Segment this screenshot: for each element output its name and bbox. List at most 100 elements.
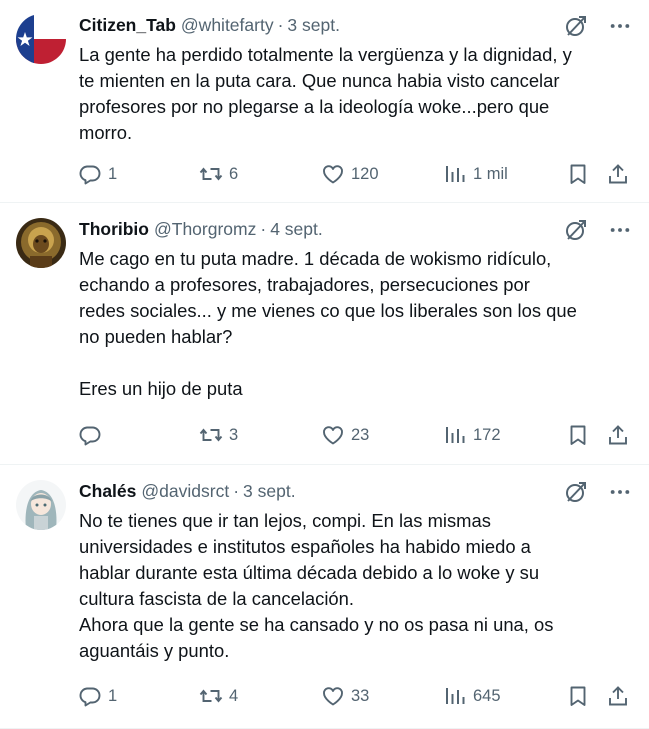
- heart-icon: [323, 687, 343, 706]
- reply-count: 1: [108, 164, 118, 183]
- reply-button[interactable]: [78, 420, 108, 450]
- action-bar: 1 6 120 1 mil: [0, 159, 649, 189]
- retweet-count: 4: [229, 686, 239, 705]
- tweet-text-line: no pueden hablar?: [79, 326, 233, 347]
- tweet[interactable]: Chalés @davidsrct · 3 sept. No te tienes…: [0, 466, 649, 729]
- tweet[interactable]: Thoribio @Thorgromz · 4 sept. Me cago en…: [0, 204, 649, 465]
- tweet-text-line: Eres un hijo de puta: [79, 378, 243, 399]
- tweet-text-line: La gente ha perdido totalmente la vergüe…: [79, 44, 572, 65]
- bookmark-icon: [570, 425, 586, 445]
- view-count: 645: [473, 686, 501, 705]
- user-handle[interactable]: @Thorgromz: [154, 219, 256, 240]
- retweet-icon: [199, 689, 223, 703]
- tweet-text-line: aguantáis y punto.: [79, 640, 230, 661]
- like-button[interactable]: 120: [321, 159, 379, 189]
- avatar[interactable]: [16, 218, 66, 268]
- retweet-icon: [199, 428, 223, 442]
- tweet-text-line: redes sociales... y me vienes co que los…: [79, 300, 577, 321]
- reply-icon: [79, 165, 101, 185]
- views-button[interactable]: 1 mil: [443, 159, 508, 189]
- tweet-text-line: profesores por no plegarse a la ideologí…: [79, 96, 550, 117]
- bookmark-icon: [570, 164, 586, 184]
- reply-icon: [79, 687, 101, 707]
- share-button[interactable]: [606, 420, 630, 450]
- bookmark-icon: [570, 686, 586, 706]
- views-chart-icon: [446, 688, 465, 704]
- retweet-count: 3: [229, 425, 239, 444]
- tweet-text-line: Me cago en tu puta madre. 1 década de wo…: [79, 248, 552, 269]
- tweet-text-line: cultura fascista de la cancelación.: [79, 588, 354, 609]
- reply-count: 1: [108, 686, 118, 705]
- avatar[interactable]: [16, 480, 66, 530]
- views-button[interactable]: 172: [443, 420, 501, 450]
- heart-icon: [323, 165, 343, 184]
- tweet-text-line: te mienten en la puta cara. Que nunca ha…: [79, 70, 560, 91]
- view-count: 172: [473, 425, 501, 444]
- tweet-text-line: echando a profesores, trabajadores, pers…: [79, 274, 530, 295]
- view-count: 1 mil: [473, 164, 508, 183]
- tweet-top-icons: [563, 217, 633, 243]
- tweet-top-icons: [563, 479, 633, 505]
- grok-icon[interactable]: [563, 479, 589, 505]
- like-count: 120: [351, 164, 379, 183]
- grok-icon[interactable]: [563, 13, 589, 39]
- retweet-button[interactable]: 3: [199, 420, 238, 450]
- tweet-date[interactable]: 3 sept.: [287, 15, 340, 36]
- user-handle[interactable]: @davidsrct: [141, 481, 229, 502]
- share-icon: [609, 425, 627, 445]
- retweet-button[interactable]: 4: [199, 681, 238, 711]
- tweet-text-line: morro.: [79, 122, 133, 143]
- tweet-text-line: hablar durante esta última década debido…: [79, 562, 540, 583]
- share-button[interactable]: [606, 159, 630, 189]
- like-count: 33: [351, 686, 370, 705]
- retweet-count: 6: [229, 164, 239, 183]
- display-name[interactable]: Chalés: [79, 481, 136, 502]
- separator-dot: ·: [277, 14, 284, 35]
- user-handle[interactable]: @whitefarty: [181, 15, 274, 36]
- action-bar: 3 23 172: [0, 420, 649, 450]
- reply-button[interactable]: 1: [78, 159, 117, 189]
- tweet-header: Citizen_Tab @whitefarty · 3 sept.: [79, 13, 340, 37]
- bookmark-button[interactable]: [566, 420, 590, 450]
- tweet-text-line: No te tienes que ir tan lejos, compi. En…: [79, 510, 491, 531]
- tweet-text-line: Ahora que la gente se ha cansado y no os…: [79, 614, 554, 635]
- like-button[interactable]: 23: [321, 420, 369, 450]
- avatar[interactable]: [16, 14, 66, 64]
- like-button[interactable]: 33: [321, 681, 369, 711]
- tweet-text-line: [79, 350, 627, 376]
- tweet[interactable]: Citizen_Tab @whitefarty · 3 sept. La gen…: [0, 0, 649, 203]
- retweet-button[interactable]: 6: [199, 159, 238, 189]
- more-options-icon[interactable]: [607, 217, 633, 243]
- like-count: 23: [351, 425, 370, 444]
- separator-dot: ·: [233, 480, 240, 501]
- tweet-date[interactable]: 4 sept.: [270, 219, 323, 240]
- bookmark-button[interactable]: [566, 159, 590, 189]
- reply-icon: [79, 426, 101, 446]
- reply-button[interactable]: 1: [78, 681, 117, 711]
- tweet-text: No te tienes que ir tan lejos, compi. En…: [79, 508, 627, 664]
- retweet-icon: [199, 167, 223, 181]
- display-name[interactable]: Thoribio: [79, 219, 149, 240]
- tweet-text: Me cago en tu puta madre. 1 década de wo…: [79, 246, 627, 402]
- share-icon: [609, 686, 627, 706]
- tweet-header: Chalés @davidsrct · 3 sept.: [79, 479, 296, 503]
- bookmark-button[interactable]: [566, 681, 590, 711]
- more-options-icon[interactable]: [607, 13, 633, 39]
- views-chart-icon: [446, 427, 465, 443]
- action-bar: 1 4 33 645: [0, 681, 649, 711]
- more-options-icon[interactable]: [607, 479, 633, 505]
- tweet-top-icons: [563, 13, 633, 39]
- display-name[interactable]: Citizen_Tab: [79, 15, 176, 36]
- share-button[interactable]: [606, 681, 630, 711]
- tweet-text: La gente ha perdido totalmente la vergüe…: [79, 42, 627, 146]
- texas-flag-avatar-icon: [16, 14, 66, 64]
- anime-girl-avatar-icon: [16, 480, 66, 530]
- tweet-header: Thoribio @Thorgromz · 4 sept.: [79, 217, 323, 241]
- knight-avatar-icon: [16, 218, 66, 268]
- views-chart-icon: [446, 166, 465, 182]
- grok-icon[interactable]: [563, 217, 589, 243]
- views-button[interactable]: 645: [443, 681, 501, 711]
- tweet-date[interactable]: 3 sept.: [243, 481, 296, 502]
- share-icon: [609, 164, 627, 184]
- tweet-text-line: universidades e institutos españoles ha …: [79, 536, 531, 557]
